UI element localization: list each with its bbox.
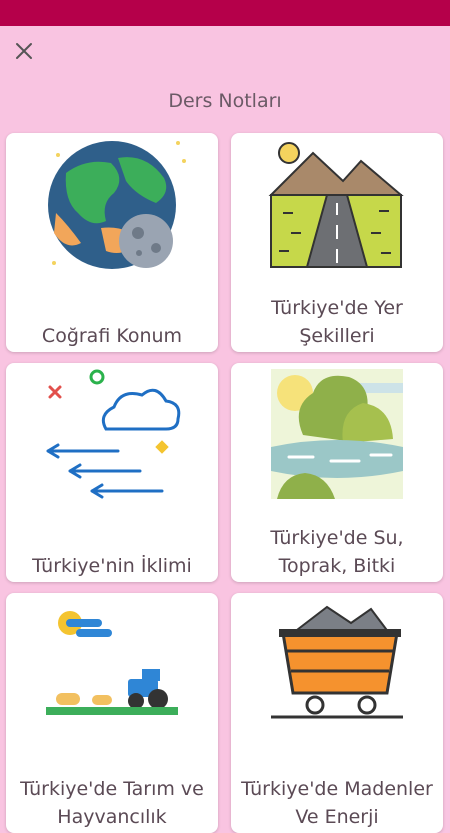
mine-cart-icon bbox=[271, 605, 403, 719]
card-su-toprak-bitki[interactable]: Türkiye'de Su, Toprak, Bitki bbox=[231, 363, 443, 582]
card-tarim-hayvancilik[interactable]: Türkiye'de Tarım ve Hayvancılık bbox=[6, 593, 218, 833]
card-madenler-enerji[interactable]: Türkiye'de Madenler Ve Enerji bbox=[231, 593, 443, 833]
card-label: Türkiye'de Madenler Ve Enerji bbox=[241, 778, 433, 828]
cloud-wind-icon bbox=[46, 369, 181, 499]
card-label: Türkiye'de Yer Şekilleri bbox=[271, 297, 403, 347]
card-label: Coğrafi Konum bbox=[41, 325, 183, 347]
close-button[interactable] bbox=[10, 37, 38, 65]
status-bar bbox=[0, 0, 450, 26]
tractor-field-icon bbox=[46, 611, 178, 715]
mountain-road-icon bbox=[268, 142, 404, 268]
card-label: Türkiye'nin İklimi bbox=[32, 555, 192, 577]
earth-moon-icon bbox=[48, 141, 186, 269]
card-yer-sekilleri[interactable]: Türkiye'de Yer Şekilleri bbox=[231, 133, 443, 352]
page-title: Ders Notları bbox=[168, 90, 282, 112]
card-cografi-konum[interactable]: Coğrafi Konum bbox=[6, 133, 218, 352]
card-label: Türkiye'de Tarım ve Hayvancılık bbox=[20, 778, 204, 828]
close-icon bbox=[16, 43, 32, 59]
lake-trees-icon bbox=[271, 369, 403, 499]
card-label: Türkiye'de Su, Toprak, Bitki bbox=[270, 527, 404, 577]
card-iklim[interactable]: Türkiye'nin İklimi bbox=[6, 363, 218, 582]
